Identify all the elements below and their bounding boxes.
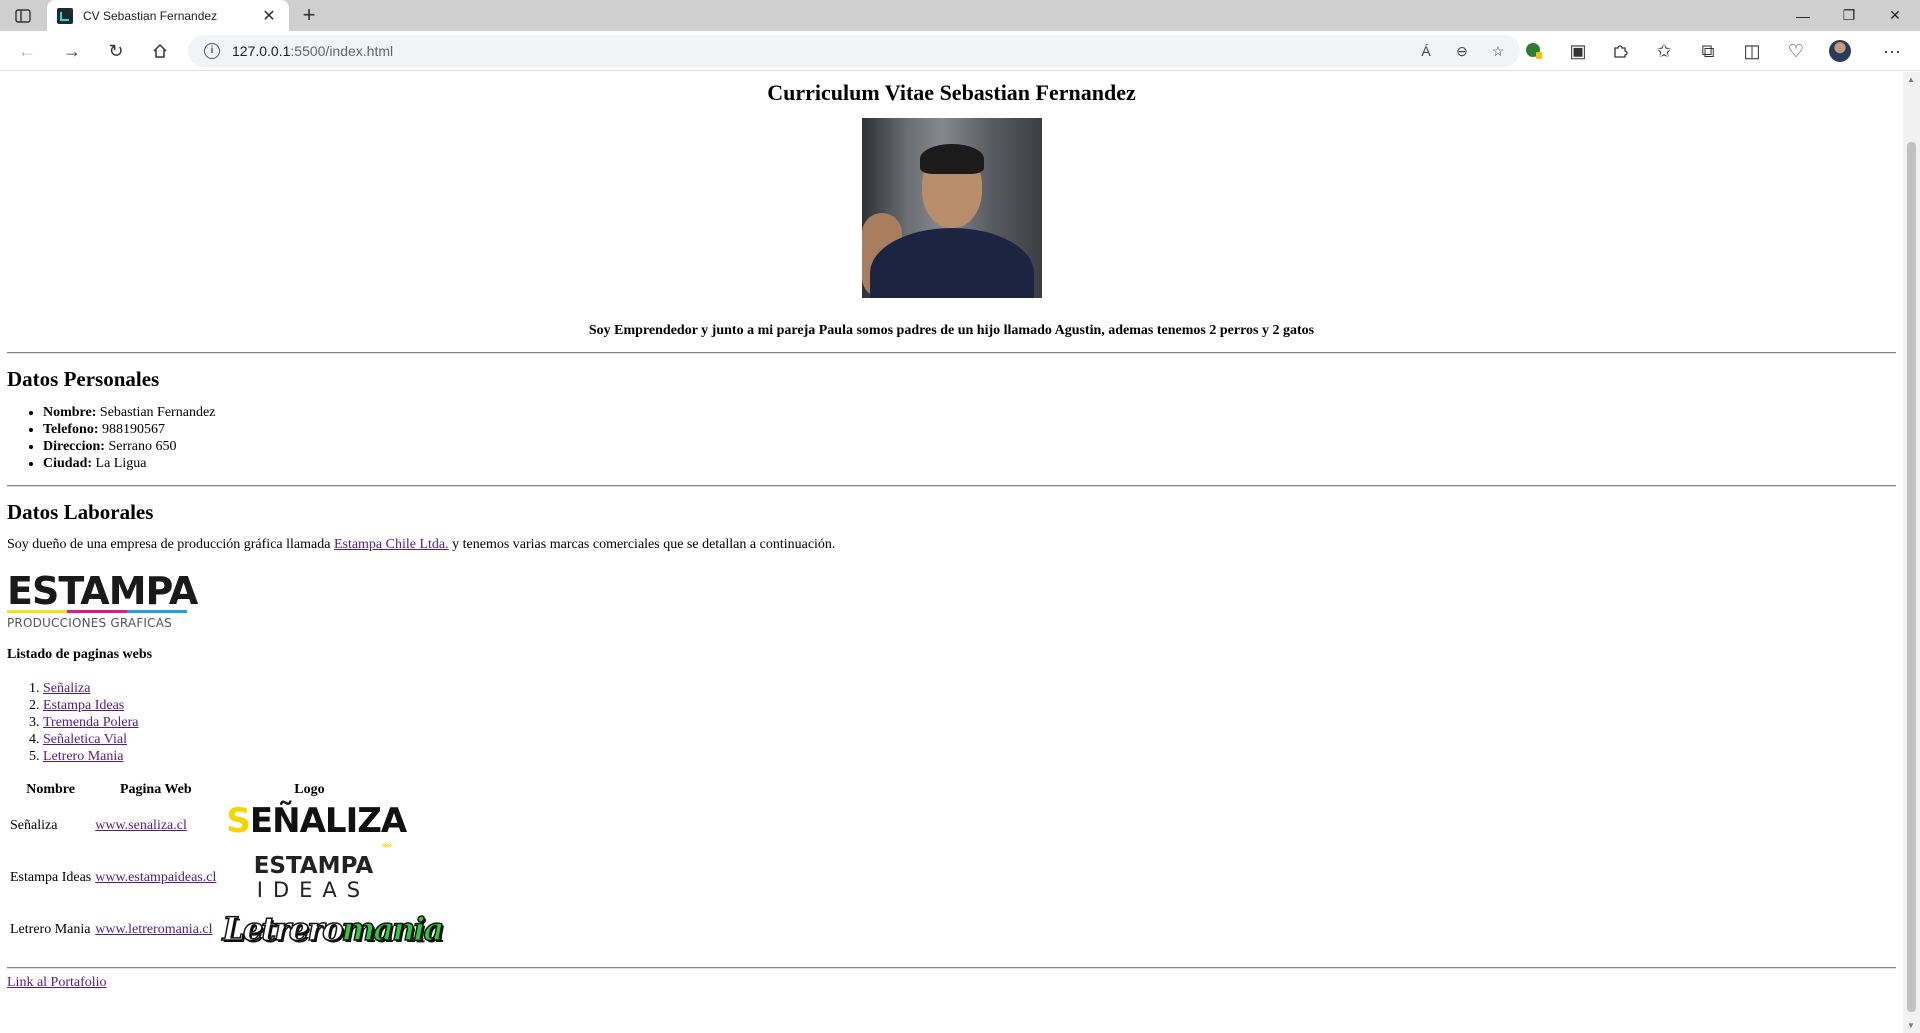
extension-badge-icon[interactable] xyxy=(1520,37,1548,65)
home-icon[interactable] xyxy=(146,37,174,65)
website-link[interactable]: Letrero Mania xyxy=(43,749,123,764)
page-title: Curriculum Vitae Sebastian Fernandez xyxy=(767,80,1136,105)
work-description: Soy dueño de una empresa de producción g… xyxy=(7,537,836,552)
portfolio-link[interactable]: Link al Portafolio xyxy=(7,975,107,990)
websites-table: Nombre Pagina Web Logo Señaliza www.sena… xyxy=(7,779,445,957)
estampa-logo: ESTAMPA PRODUCCIONES GRAFICAS xyxy=(7,569,198,630)
refresh-icon[interactable]: ↻ xyxy=(102,37,130,65)
browser-toolbar: ← → ↻ i 127.0.0.1:5500/index.html Á ⊖ ☆… xyxy=(0,31,1920,71)
scroll-up-icon[interactable]: ▲ xyxy=(1907,75,1915,84)
table-cell-url[interactable]: www.estampaideas.cl xyxy=(95,870,216,885)
work-heading: Datos Laborales xyxy=(7,500,154,524)
vertical-scrollbar[interactable]: ▲ ▼ xyxy=(1903,72,1920,1033)
estampa-ideas-logo: ESTAMPA IDEAS xyxy=(253,853,374,902)
divider xyxy=(7,967,1896,969)
website-link[interactable]: Tremenda Polera xyxy=(43,715,139,730)
senaliza-logo: SEÑALIZA »»» xyxy=(226,801,407,851)
list-item: Señaletica Vial xyxy=(43,731,1896,748)
list-item: Tremenda Polera xyxy=(43,714,1896,731)
minimize-icon[interactable]: — xyxy=(1780,0,1826,31)
performance-icon[interactable]: ♡ xyxy=(1782,37,1810,65)
table-header: Pagina Web xyxy=(119,782,192,797)
address-bar[interactable]: i 127.0.0.1:5500/index.html Á ⊖ ☆ xyxy=(188,35,1520,67)
divider xyxy=(7,352,1896,354)
list-item: Telefono: 988190567 xyxy=(43,421,1896,438)
table-cell-name: Letrero Mania xyxy=(10,922,91,937)
profile-photo xyxy=(861,118,1042,298)
close-icon[interactable]: ✕ xyxy=(259,6,279,26)
websites-heading: Listado de paginas webs xyxy=(7,647,153,662)
table-row: Señaliza www.senaliza.cl SEÑALIZA »»» xyxy=(9,801,407,851)
website-link[interactable]: Señaliza xyxy=(43,681,90,696)
company-link[interactable]: Estampa Chile Ltda. xyxy=(334,537,449,552)
divider xyxy=(7,485,1896,487)
list-item: Nombre: Sebastian Fernandez xyxy=(43,404,1896,421)
table-row: Letrero Mania www.letreromania.cl Letrer… xyxy=(9,905,445,955)
table-cell-url[interactable]: www.senaliza.cl xyxy=(95,818,187,833)
table-header: Nombre xyxy=(26,782,75,797)
website-link[interactable]: Señaletica Vial xyxy=(43,732,127,747)
table-header: Logo xyxy=(294,782,325,797)
table-row: Estampa Ideas www.estampaideas.cl ESTAMP… xyxy=(9,853,399,903)
add-favorite-icon[interactable]: ☆ xyxy=(1484,37,1512,65)
url-text[interactable]: 127.0.0.1:5500/index.html xyxy=(232,43,1412,59)
personal-heading: Datos Personales xyxy=(7,367,160,391)
scrollbar-thumb[interactable] xyxy=(1907,142,1916,1012)
read-aloud-icon[interactable]: Á xyxy=(1412,37,1440,65)
list-item: Estampa Ideas xyxy=(43,697,1896,714)
list-item: Ciudad: La Ligua xyxy=(43,455,1896,472)
info-icon[interactable]: i xyxy=(204,43,220,59)
tab-active[interactable]: CV Sebastian Fernandez ✕ xyxy=(47,0,289,31)
browser-essentials-icon[interactable]: ◫ xyxy=(1738,37,1766,65)
page-viewport: Curriculum Vitae Sebastian Fernandez Soy… xyxy=(0,72,1903,1033)
restore-icon[interactable]: ❐ xyxy=(1826,0,1872,31)
plus-icon[interactable]: + xyxy=(296,3,322,29)
puzzle-icon[interactable] xyxy=(1606,37,1634,65)
tab-title: CV Sebastian Fernandez xyxy=(83,8,218,23)
table-header-row: Nombre Pagina Web Logo xyxy=(9,781,399,799)
more-icon[interactable]: ··· xyxy=(1878,37,1906,65)
profile-icon[interactable] xyxy=(1826,37,1854,65)
personal-list: Nombre: Sebastian Fernandez Telefono: 98… xyxy=(7,404,1896,472)
table-cell-url[interactable]: www.letreromania.cl xyxy=(95,922,212,937)
forward-icon[interactable]: → xyxy=(58,37,86,65)
website-link[interactable]: Estampa Ideas xyxy=(43,698,124,713)
collections-icon[interactable]: ⧉ xyxy=(1694,37,1722,65)
intro-text: Soy Emprendedor y junto a mi pareja Paul… xyxy=(588,323,1315,338)
list-item: Direccion: Serrano 650 xyxy=(43,438,1896,455)
back-icon[interactable]: ← xyxy=(13,37,41,65)
favorites-icon[interactable]: ✩ xyxy=(1650,37,1678,65)
scroll-down-icon[interactable]: ▼ xyxy=(1907,1021,1915,1030)
sidebar-icon[interactable] xyxy=(10,6,36,26)
list-item: Letrero Mania xyxy=(43,748,1896,765)
tab-bar: CV Sebastian Fernandez ✕ + — ❐ ✕ xyxy=(0,0,1920,31)
list-item: Señaliza xyxy=(43,680,1896,697)
table-cell-name: Estampa Ideas xyxy=(10,870,92,885)
zoom-out-icon[interactable]: ⊖ xyxy=(1448,37,1476,65)
vscode-favicon-icon xyxy=(57,7,73,24)
table-cell-name: Señaliza xyxy=(10,818,58,833)
letreromania-logo: Letreromania xyxy=(222,909,445,949)
extension-icon[interactable]: ▣ xyxy=(1564,37,1592,65)
window-close-icon[interactable]: ✕ xyxy=(1872,0,1918,31)
websites-list: Señaliza Estampa Ideas Tremenda Polera S… xyxy=(7,680,1896,765)
